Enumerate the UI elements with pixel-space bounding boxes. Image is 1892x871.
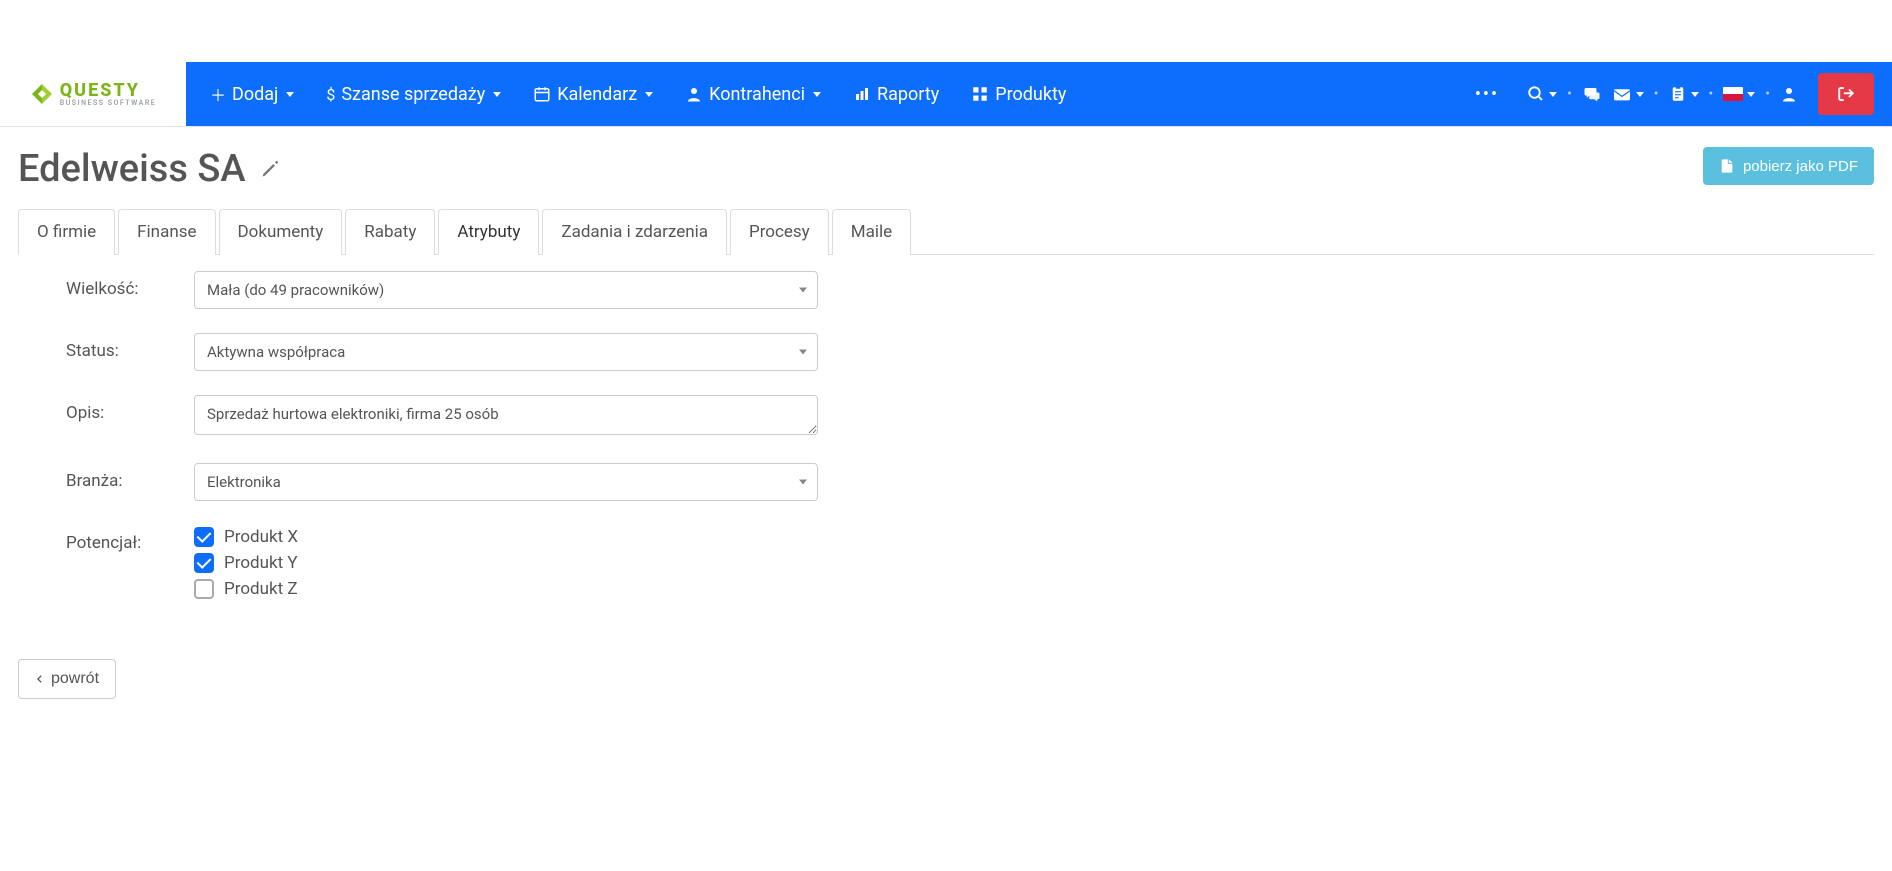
nav-add[interactable]: ＋ Dodaj xyxy=(196,72,308,116)
tabs: O firmieFinanseDokumentyRabatyAtrybutyZa… xyxy=(18,209,1874,255)
separator-icon: • xyxy=(1567,86,1572,102)
logo-brand-text: QUESTY xyxy=(60,82,156,100)
tab-attributes[interactable]: Atrybuty xyxy=(438,209,539,255)
caret-down-icon xyxy=(1691,92,1699,97)
nav-more[interactable]: ••• xyxy=(1459,74,1515,115)
potential-label: Potencjał: xyxy=(66,525,186,553)
nav-mail[interactable] xyxy=(1612,86,1644,102)
potential-option-label: Produkt Y xyxy=(224,553,298,573)
caret-down-icon xyxy=(813,92,821,97)
size-label: Wielkość: xyxy=(66,271,186,299)
nav-calendar[interactable]: Kalendarz xyxy=(519,74,667,115)
status-label: Status: xyxy=(66,333,186,361)
tab-about[interactable]: O firmie xyxy=(18,209,115,255)
nav-contractors-label: Kontrahenci xyxy=(709,84,805,105)
grid-icon xyxy=(971,85,989,103)
checkbox-icon xyxy=(194,553,214,573)
nav-contractors[interactable]: Kontrahenci xyxy=(671,74,835,115)
logo-icon xyxy=(30,82,54,106)
logo[interactable]: QUESTY BUSINESS SOFTWARE xyxy=(0,62,186,126)
tab-documents[interactable]: Dokumenty xyxy=(219,209,343,255)
plus-icon: ＋ xyxy=(210,82,226,106)
nav-user[interactable] xyxy=(1780,85,1798,103)
nav-chat[interactable] xyxy=(1582,85,1602,103)
industry-label: Branża: xyxy=(66,463,186,491)
chevron-left-icon xyxy=(35,672,45,686)
page-title: Edelweiss SA xyxy=(18,147,280,191)
checkbox-icon xyxy=(194,579,214,599)
search-icon xyxy=(1527,85,1545,103)
caret-down-icon xyxy=(645,92,653,97)
nav-products[interactable]: Produkty xyxy=(957,74,1080,115)
main-nav: ＋ Dodaj $ Szanse sprzedaży Kalendarz Kon… xyxy=(186,62,1892,126)
attributes-form: Wielkość: Mała (do 49 pracowników) Statu… xyxy=(18,271,818,599)
clipboard-icon xyxy=(1669,84,1687,104)
nav-sales-label: Szanse sprzedaży xyxy=(341,84,485,105)
tab-finance[interactable]: Finanse xyxy=(118,209,215,255)
back-button[interactable]: powrót xyxy=(18,659,116,699)
separator-icon: • xyxy=(1709,86,1714,102)
caret-down-icon xyxy=(1549,92,1557,97)
back-button-label: powrót xyxy=(51,670,99,688)
nav-reports-label: Raporty xyxy=(877,84,939,105)
nav-add-label: Dodaj xyxy=(232,84,278,105)
separator-icon: • xyxy=(1765,86,1770,102)
calendar-icon xyxy=(533,85,551,103)
potential-option[interactable]: Produkt Z xyxy=(194,579,818,599)
edit-title-button[interactable] xyxy=(260,159,280,179)
potential-option[interactable]: Produkt X xyxy=(194,527,818,547)
desc-label: Opis: xyxy=(66,395,186,423)
pencil-icon xyxy=(260,159,280,179)
caret-down-icon xyxy=(1747,92,1755,97)
separator-icon: • xyxy=(1654,86,1659,102)
caret-down-icon xyxy=(286,92,294,97)
pdf-button-label: pobierz jako PDF xyxy=(1743,158,1858,175)
file-icon xyxy=(1719,157,1735,175)
dots-icon: ••• xyxy=(1475,84,1499,105)
chat-icon xyxy=(1582,85,1602,103)
nav-reports[interactable]: Raporty xyxy=(839,74,953,115)
envelope-icon xyxy=(1612,86,1632,102)
potential-option-label: Produkt X xyxy=(224,527,298,547)
tab-processes[interactable]: Procesy xyxy=(730,209,829,255)
nav-language[interactable] xyxy=(1723,87,1755,101)
potential-checkbox-group: Produkt X Produkt Y Produkt Z xyxy=(194,525,818,599)
bar-chart-icon xyxy=(853,85,871,103)
desc-textarea[interactable] xyxy=(194,395,818,435)
nav-logout[interactable] xyxy=(1818,73,1874,115)
nav-calendar-label: Kalendarz xyxy=(557,84,637,105)
topbar: QUESTY BUSINESS SOFTWARE ＋ Dodaj $ Szans… xyxy=(0,62,1892,127)
nav-products-label: Produkty xyxy=(995,84,1066,105)
potential-option-label: Produkt Z xyxy=(224,579,298,599)
potential-option[interactable]: Produkt Y xyxy=(194,553,818,573)
industry-select[interactable]: Elektronika xyxy=(194,463,818,501)
logout-icon xyxy=(1836,85,1856,103)
user-icon xyxy=(1780,85,1798,103)
dollar-icon: $ xyxy=(326,85,335,104)
status-select[interactable]: Aktywna współpraca xyxy=(194,333,818,371)
tab-tasks[interactable]: Zadania i zdarzenia xyxy=(542,209,727,255)
person-icon xyxy=(685,85,703,103)
nav-sales-chances[interactable]: $ Szanse sprzedaży xyxy=(312,74,515,115)
tab-mails[interactable]: Maile xyxy=(832,209,911,255)
tab-discounts[interactable]: Rabaty xyxy=(345,209,435,255)
caret-down-icon xyxy=(1636,92,1644,97)
caret-down-icon xyxy=(493,92,501,97)
nav-clipboard[interactable] xyxy=(1669,84,1699,104)
logo-sub-text: BUSINESS SOFTWARE xyxy=(60,100,156,107)
flag-pl-icon xyxy=(1723,87,1743,101)
download-pdf-button[interactable]: pobierz jako PDF xyxy=(1703,147,1874,185)
checkbox-icon xyxy=(194,527,214,547)
size-select[interactable]: Mała (do 49 pracowników) xyxy=(194,271,818,309)
nav-search[interactable] xyxy=(1527,85,1557,103)
